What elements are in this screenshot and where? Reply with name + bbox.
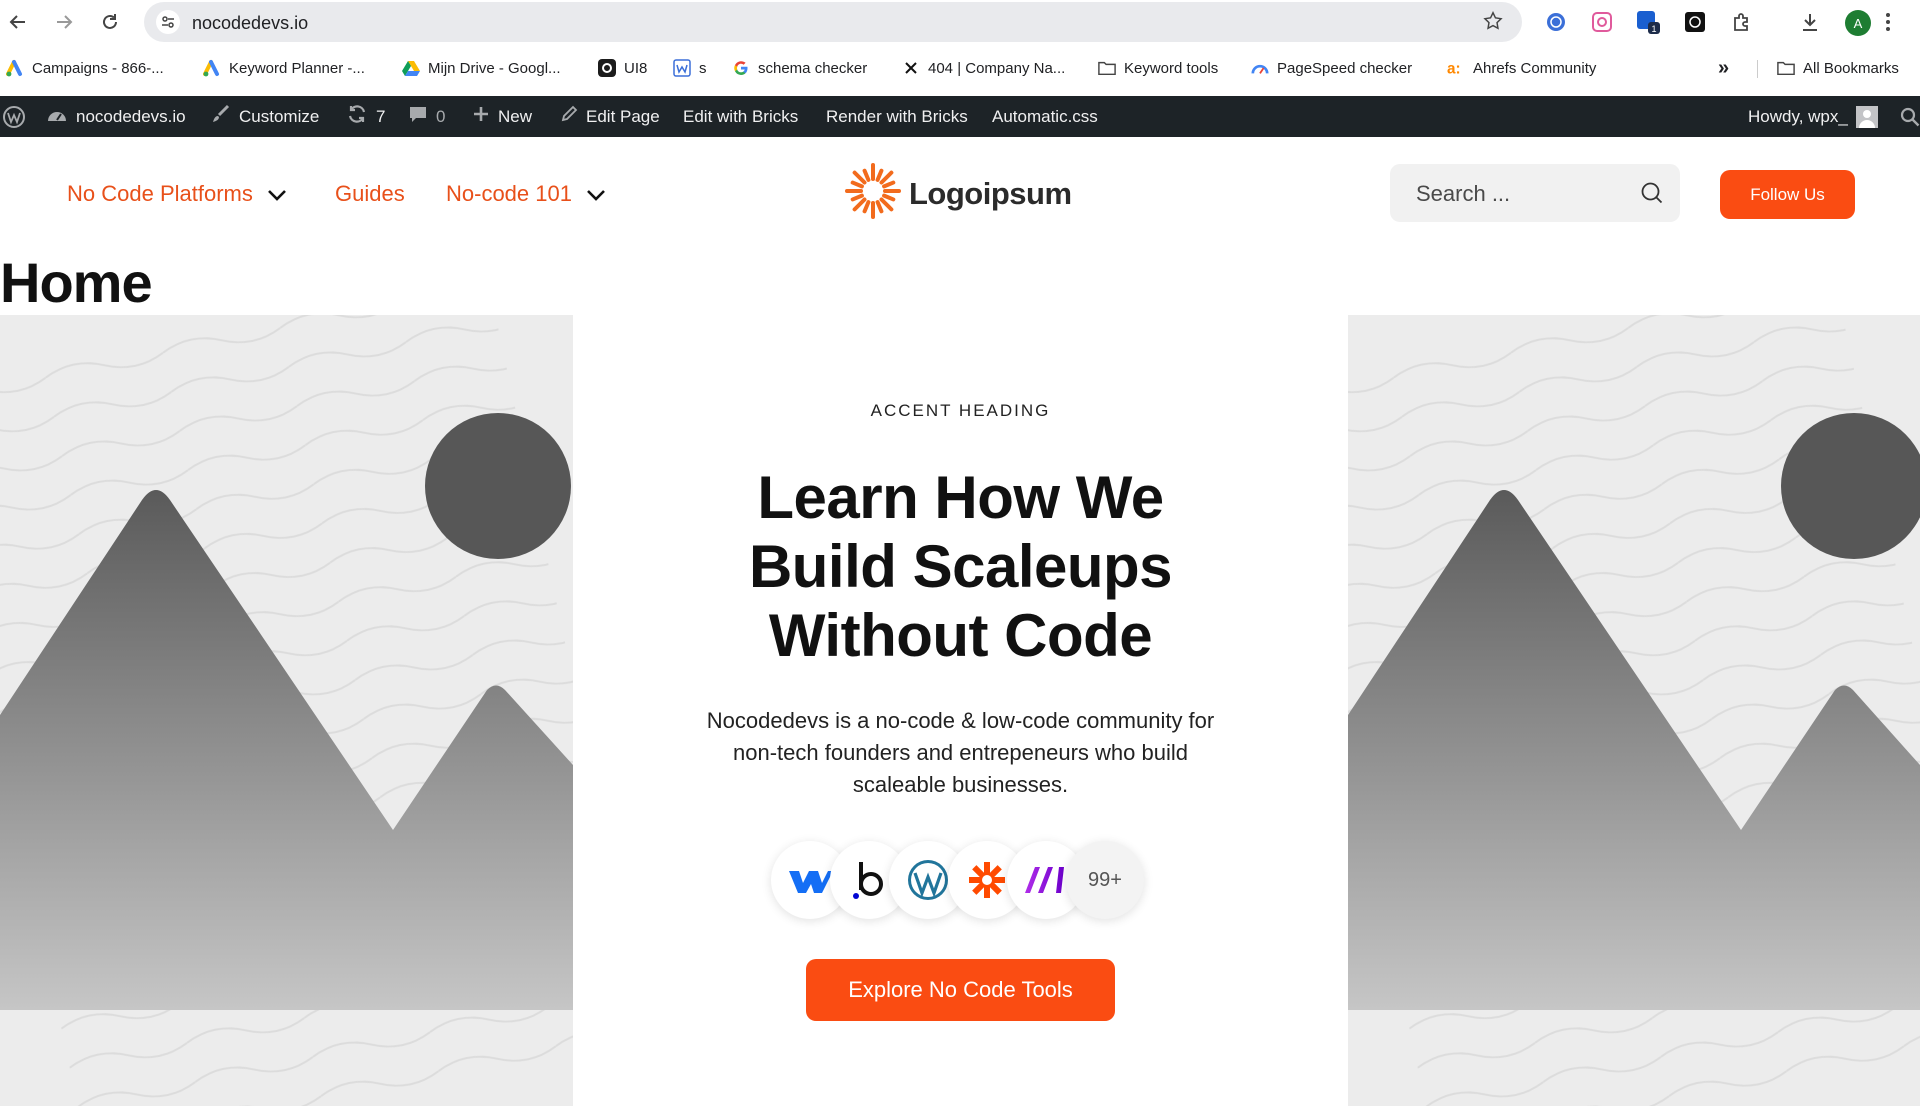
admin-comments-link[interactable]: 0 [408, 96, 445, 137]
logo-sun-icon [845, 163, 901, 224]
reload-icon[interactable] [96, 8, 124, 36]
placeholder-landscape-icon [0, 315, 573, 1106]
extensions-puzzle-icon[interactable] [1730, 10, 1754, 34]
placeholder-landscape-icon [1348, 315, 1920, 1106]
hero-headline-line: Learn How We [757, 464, 1164, 531]
logo-text: Logoipsum [909, 175, 1072, 211]
dashboard-gauge-icon [46, 105, 68, 128]
bookmark-404-company[interactable]: 404 | Company Na... [902, 58, 1065, 78]
bookmark-all-bookmarks[interactable]: All Bookmarks [1777, 58, 1899, 78]
site-header: No Code Platforms Guides No-code 101 Log… [0, 137, 1920, 247]
browser-toolbar: nocodedevs.io 1 A [0, 0, 1920, 44]
translate-extension-icon[interactable] [1544, 10, 1568, 34]
nav-guides[interactable]: Guides [335, 181, 405, 207]
admin-customize-link[interactable]: Customize [211, 96, 319, 137]
x-icon [902, 59, 920, 77]
bookmark-keyword-tools[interactable]: Keyword tools [1098, 58, 1218, 78]
chevron-down-icon [267, 181, 287, 207]
svg-text:1: 1 [1651, 24, 1656, 34]
admin-site-link[interactable]: nocodedevs.io [46, 96, 186, 137]
pencil-icon [560, 105, 578, 128]
hero-content: ACCENT HEADING Learn How We Build Scaleu… [573, 315, 1348, 1106]
google-ads-icon [6, 59, 24, 77]
ui8-icon [598, 59, 616, 77]
hero-description: Nocodedevs is a no-code & low-code commu… [706, 708, 1215, 797]
chevron-down-icon [586, 181, 606, 207]
site-settings-icon[interactable] [156, 10, 180, 34]
search-icon[interactable] [1640, 181, 1664, 210]
bookmark-campaigns[interactable]: Campaigns - 866-... [6, 58, 164, 78]
admin-automatic-css-link[interactable]: Automatic.css [992, 96, 1098, 137]
image-placeholder-left [0, 315, 573, 1106]
image-placeholder-right [1348, 315, 1920, 1106]
hero-headline-line: Without Code [768, 602, 1153, 669]
accent-heading: ACCENT HEADING [870, 401, 1051, 420]
admin-howdy-account[interactable]: Howdy, wpx_ [1748, 96, 1878, 137]
admin-render-bricks-link[interactable]: Render with Bricks [826, 96, 968, 137]
wp-admin-bar: nocodedevs.io Customize 7 0 New Edit Pag… [0, 96, 1920, 137]
plus-icon [472, 105, 490, 128]
hero-headline-line: Build Scaleups [748, 533, 1173, 600]
back-icon[interactable] [4, 8, 32, 36]
bookmark-s[interactable]: s [673, 58, 707, 78]
bookmark-pagespeed-checker[interactable]: PageSpeed checker [1251, 58, 1412, 78]
google-drive-icon [402, 59, 420, 77]
comment-bubble-icon [408, 104, 428, 129]
search-input[interactable]: Search ... [1390, 164, 1680, 222]
nav-no-code-101[interactable]: No-code 101 [446, 181, 606, 207]
bookmarks-bar: Campaigns - 866-... Keyword Planner -...… [0, 48, 1920, 88]
explore-tools-button[interactable]: Explore No Code Tools [806, 959, 1115, 1021]
bookmark-ahrefs-community[interactable]: a: Ahrefs Community [1447, 58, 1596, 78]
nav-no-code-platforms[interactable]: No Code Platforms [67, 181, 287, 207]
download-icon[interactable] [1798, 10, 1822, 34]
address-bar[interactable]: nocodedevs.io [144, 2, 1522, 42]
admin-search-icon[interactable] [1900, 96, 1920, 137]
bookmark-mijn-drive[interactable]: Mijn Drive - Googl... [402, 58, 561, 78]
tabs-extension-icon[interactable]: 1 [1636, 10, 1660, 34]
menu-kebab-icon[interactable] [1876, 10, 1900, 34]
chatgpt-extension-icon[interactable] [1683, 10, 1707, 34]
bookmark-ui8[interactable]: UI8 [598, 58, 647, 78]
hero-section: ACCENT HEADING Learn How We Build Scaleu… [0, 315, 1920, 1106]
google-icon [732, 59, 750, 77]
bookmarks-divider [1757, 60, 1758, 78]
bookmark-schema-checker[interactable]: schema checker [732, 58, 867, 78]
more-tools-badge[interactable]: 99+ [1066, 841, 1144, 919]
admin-edit-page-link[interactable]: Edit Page [560, 96, 660, 137]
ahrefs-icon: a: [1447, 59, 1465, 77]
pagespeed-icon [1251, 59, 1269, 77]
folder-icon [1098, 59, 1116, 77]
paintbrush-icon [211, 104, 231, 129]
screenshot-extension-icon[interactable] [1590, 10, 1614, 34]
wordpress-logo-icon[interactable] [2, 96, 26, 137]
svg-text:a:: a: [1447, 60, 1461, 77]
admin-edit-bricks-link[interactable]: Edit with Bricks [683, 96, 798, 137]
folder-icon [1777, 59, 1795, 77]
admin-updates-link[interactable]: 7 [346, 96, 385, 137]
bookmark-star-icon[interactable] [1482, 10, 1504, 37]
profile-avatar[interactable]: A [1845, 10, 1871, 36]
follow-us-button[interactable]: Follow Us [1720, 170, 1855, 219]
refresh-icon [346, 104, 368, 129]
google-ads-icon [203, 59, 221, 77]
bookmarks-overflow-chevron-icon[interactable]: » [1718, 57, 1729, 79]
page-title: Home [0, 251, 153, 314]
hero-headline: Learn How We Build Scaleups Without Code [573, 463, 1348, 670]
tool-logos: 99+ [771, 841, 1151, 919]
w-icon [673, 59, 691, 77]
user-avatar-icon [1855, 105, 1878, 128]
site-logo[interactable]: Logoipsum [845, 163, 1072, 224]
forward-icon[interactable] [50, 8, 78, 36]
admin-new-link[interactable]: New [472, 96, 532, 137]
url-text[interactable]: nocodedevs.io [192, 13, 308, 34]
bookmark-keyword-planner[interactable]: Keyword Planner -... [203, 58, 365, 78]
